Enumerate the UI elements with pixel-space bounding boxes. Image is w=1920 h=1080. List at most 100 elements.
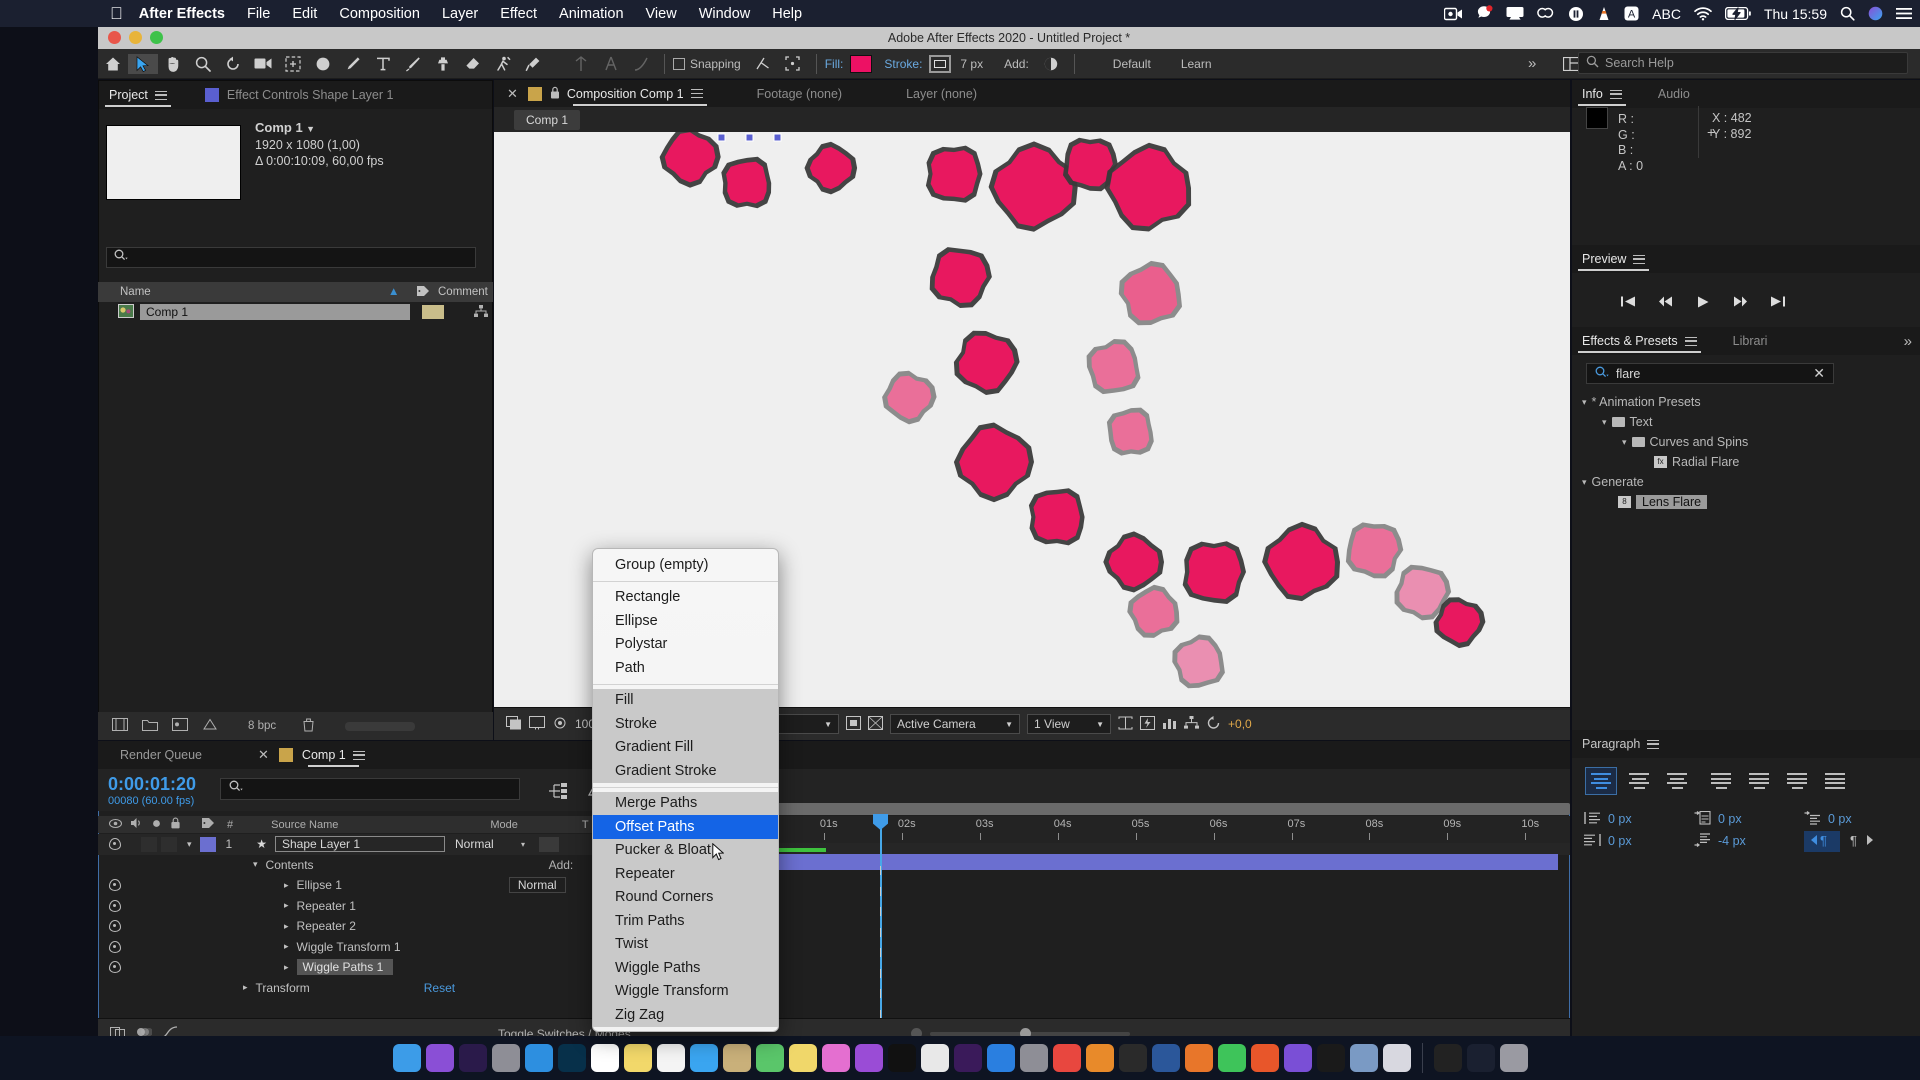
video-toggle-icon[interactable] [109, 920, 121, 933]
align-left-icon[interactable] [1585, 767, 1617, 795]
new-folder-icon[interactable] [142, 718, 158, 734]
context-menu-item-offset-paths[interactable]: Offset Paths [593, 815, 778, 839]
context-menu-item-twist[interactable]: Twist [593, 933, 778, 957]
space-before-field[interactable]: 0 px [1804, 810, 1914, 828]
tab-project[interactable]: Project [99, 81, 177, 109]
context-menu-item-round-corners[interactable]: Round Corners [593, 886, 778, 910]
tab-paragraph[interactable]: Paragraph [1572, 730, 1669, 758]
solo-toggle-cell[interactable] [161, 836, 177, 852]
context-menu-item-polystar[interactable]: Polystar [593, 633, 778, 657]
keyframe-mark[interactable] [880, 968, 881, 978]
close-icon[interactable]: ✕ [507, 86, 518, 102]
chevron-right-icon[interactable]: ▸ [284, 941, 289, 952]
documents-stack-icon[interactable] [1433, 1044, 1462, 1072]
tab-timeline-comp1[interactable]: Comp 1 [302, 741, 365, 769]
app-store-icon[interactable] [986, 1044, 1015, 1072]
fill-label[interactable]: Fill: [825, 57, 844, 71]
column-index[interactable]: # [227, 819, 233, 831]
reset-link[interactable]: Reset [424, 981, 455, 995]
timeline-search-input[interactable] [220, 778, 520, 800]
indent-right-margin-field[interactable]: 0 px [1584, 833, 1694, 850]
tab-libraries[interactable]: Librari [1723, 327, 1778, 355]
tab-effects-presets[interactable]: Effects & Presets [1572, 327, 1707, 355]
close-window-button[interactable] [108, 31, 121, 44]
hamburger-icon[interactable] [1633, 254, 1646, 264]
chrome-icon[interactable] [1052, 1044, 1081, 1072]
shape-add-context-menu[interactable]: Group (empty) Rectangle Ellipse Polystar… [592, 548, 779, 1032]
indent-left-margin-field[interactable]: 0 px [1584, 811, 1694, 828]
next-frame-icon[interactable] [1732, 295, 1748, 312]
brush-tool-icon[interactable] [398, 50, 428, 78]
tab-composition-comp1[interactable]: Composition Comp 1 [567, 80, 713, 108]
chevron-right-icon[interactable]: ▸ [284, 880, 289, 891]
maps-icon[interactable] [755, 1044, 784, 1072]
camera-view-select[interactable]: Active Camera ▼ [890, 714, 1021, 734]
time-ruler[interactable]: 00s01s02s03s04s05s06s07s08s09s10s [740, 816, 1570, 843]
hamburger-icon[interactable] [690, 89, 703, 98]
triangle-down-icon[interactable]: ▼ [306, 124, 315, 134]
siri-icon[interactable] [425, 1044, 454, 1072]
add-label[interactable]: Add: [549, 858, 574, 872]
fx-tree-row-radial-flare[interactable]: fx Radial Flare [1580, 452, 1916, 472]
snapshot-take-icon[interactable] [552, 716, 568, 733]
context-menu-item-zig-zag[interactable]: Zig Zag [593, 1003, 778, 1027]
image-capture-icon[interactable] [1349, 1044, 1378, 1072]
anchor-point-tool-icon[interactable] [278, 50, 308, 78]
composition-mini-flowchart-icon[interactable] [548, 783, 568, 804]
align-right-icon[interactable] [1662, 768, 1692, 794]
menu-item-file[interactable]: File [247, 6, 270, 22]
menu-item-view[interactable]: View [646, 6, 677, 22]
chevron-right-icon[interactable]: ▸ [284, 900, 289, 911]
column-t[interactable]: T [582, 819, 589, 831]
wifi-icon[interactable] [1694, 6, 1712, 21]
messages-icon[interactable] [689, 1044, 718, 1072]
timeline-row-repeater-1[interactable]: ▸ Repeater 1 [98, 896, 1570, 917]
puppet-bend-icon[interactable] [626, 50, 656, 78]
pixel-aspect-icon[interactable] [1118, 716, 1133, 733]
new-comp-icon[interactable] [172, 718, 188, 734]
trkmat-cell[interactable] [539, 836, 559, 852]
menu-item-window[interactable]: Window [699, 6, 751, 22]
menu-item-after-effects[interactable]: After Effects [139, 6, 225, 22]
reset-exposure-icon[interactable] [1206, 715, 1221, 733]
play-icon[interactable] [1696, 295, 1710, 312]
layer-name[interactable]: Shape Layer 1 [274, 836, 445, 853]
project-list-row[interactable]: Comp 1 [98, 302, 493, 322]
terminal-icon[interactable] [1316, 1044, 1345, 1072]
creative-cloud-icon[interactable] [1537, 6, 1555, 21]
last-frame-icon[interactable] [1770, 295, 1786, 312]
context-menu-item-pucker-bloat[interactable]: Pucker & Bloat [593, 839, 778, 863]
calendar-icon[interactable] [590, 1044, 619, 1072]
home-icon[interactable] [98, 50, 128, 78]
chevron-down-icon[interactable]: ▾ [1602, 417, 1607, 428]
rotation-tool-icon[interactable] [218, 50, 248, 78]
puppet-pin-tool-icon[interactable] [518, 50, 548, 78]
menu-item-edit[interactable]: Edit [292, 6, 317, 22]
reminders-icon[interactable] [656, 1044, 685, 1072]
project-settings-icon[interactable] [202, 718, 218, 734]
layer-duration-bar[interactable] [740, 854, 1558, 870]
menu-item-animation[interactable]: Animation [559, 6, 623, 22]
pen-tool-icon[interactable] [338, 50, 368, 78]
lock-toggle-icon[interactable] [170, 817, 181, 832]
garageband-icon[interactable] [1118, 1044, 1147, 1072]
search-help-field[interactable]: Search Help [1578, 52, 1908, 74]
shape-tool-icon[interactable] [308, 50, 338, 78]
context-menu-item-fill[interactable]: Fill [593, 689, 778, 713]
system-preferences-icon[interactable] [1019, 1044, 1048, 1072]
vlc-icon[interactable] [1597, 6, 1611, 22]
tab-render-queue[interactable]: Render Queue [120, 748, 202, 762]
timeline-icon[interactable] [1162, 716, 1177, 733]
timeline-row-wiggle-transform-1[interactable]: ▸ Wiggle Transform 1 [98, 937, 1570, 958]
column-mode[interactable]: Mode [490, 819, 518, 831]
column-name[interactable]: Name [120, 286, 450, 298]
work-area-bar[interactable] [740, 803, 1570, 815]
word-icon[interactable] [1151, 1044, 1180, 1072]
apple-tv-icon[interactable] [887, 1044, 916, 1072]
chevron-right-icon[interactable]: ▸ [284, 962, 289, 973]
photoshop-icon[interactable] [557, 1044, 586, 1072]
timeline-zoom-slider[interactable] [929, 1027, 1130, 1039]
finder-icon[interactable] [392, 1044, 421, 1072]
camera-tool-icon[interactable] [248, 50, 278, 78]
selection-tool-icon[interactable] [128, 53, 158, 74]
